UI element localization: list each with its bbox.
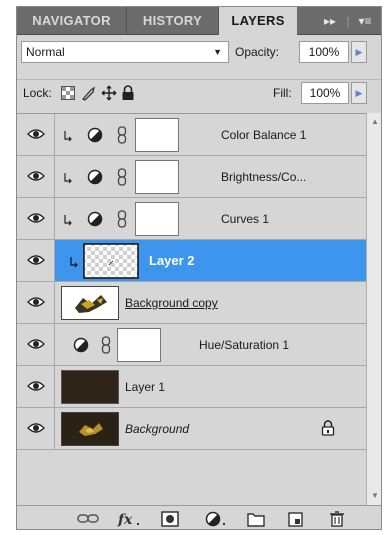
- link-layers-icon[interactable]: [77, 511, 99, 527]
- blend-mode-select[interactable]: Normal ▼: [21, 41, 229, 63]
- add-mask-icon[interactable]: [161, 511, 181, 527]
- clipping-arrow-icon: [64, 215, 72, 226]
- new-layer-icon[interactable]: [287, 511, 305, 527]
- lock-position-icon[interactable]: [101, 85, 117, 101]
- tab-history[interactable]: HISTORY: [127, 7, 219, 35]
- visibility-toggle[interactable]: [17, 156, 55, 197]
- layer-thumbnail[interactable]: [61, 286, 119, 320]
- scroll-down-icon[interactable]: ▼: [367, 489, 381, 503]
- lock-label: Lock:: [23, 86, 52, 100]
- contrast-icon: [87, 127, 103, 143]
- layer-thumbnail[interactable]: [61, 412, 119, 446]
- lock-image-pixels-icon[interactable]: [81, 85, 97, 101]
- svg-text:fx: fx: [117, 512, 133, 527]
- collapse-panel-button[interactable]: ▸▸: [317, 7, 343, 35]
- lock-transparent-pixels-icon[interactable]: [61, 86, 75, 100]
- layer-name: Layer 1: [125, 380, 166, 394]
- layer-mask-thumbnail[interactable]: [135, 160, 179, 194]
- chain-link-icon[interactable]: [117, 168, 127, 186]
- layers-list: Color Balance 1 Brightness/Co... Curves …: [17, 113, 366, 505]
- eye-icon: [27, 213, 45, 223]
- layer-mask-thumbnail[interactable]: [135, 118, 179, 152]
- panel-tab-bar: NAVIGATOR HISTORY LAYERS ▸▸ | ▾≡: [17, 7, 381, 36]
- visibility-toggle[interactable]: [17, 366, 55, 407]
- visibility-toggle[interactable]: [17, 240, 55, 281]
- visibility-toggle[interactable]: [17, 408, 55, 449]
- contrast-icon: [87, 169, 103, 185]
- layer-row[interactable]: Background: [17, 408, 366, 450]
- scroll-up-icon[interactable]: ▲: [367, 115, 381, 129]
- layer-row[interactable]: Hue/Saturation 1: [17, 324, 366, 366]
- layer-thumbnail[interactable]: [83, 243, 139, 279]
- opacity-label: Opacity:: [235, 45, 280, 59]
- layer-name: Brightness/Co...: [221, 170, 307, 184]
- layer-name: Color Balance 1: [221, 128, 307, 142]
- lock-all-icon[interactable]: [121, 85, 135, 101]
- tab-navigator[interactable]: NAVIGATOR: [17, 7, 127, 35]
- layers-panel: NAVIGATOR HISTORY LAYERS ▸▸ | ▾≡ Normal …: [16, 6, 382, 530]
- visibility-toggle[interactable]: [17, 282, 55, 323]
- eye-icon: [27, 297, 45, 307]
- panel-menu-button[interactable]: ▾≡: [353, 7, 377, 35]
- opacity-input[interactable]: 100%: [299, 41, 349, 63]
- blend-mode-value: Normal: [26, 45, 65, 59]
- layer-mask-thumbnail[interactable]: [117, 328, 161, 362]
- fill-label: Fill:: [273, 86, 292, 100]
- trash-icon[interactable]: [329, 511, 345, 527]
- eye-icon: [27, 171, 45, 181]
- new-group-icon[interactable]: [247, 511, 265, 527]
- layer-thumbnail[interactable]: [61, 370, 119, 404]
- lock-fill-row: Lock: Fill: 100% ▶: [17, 79, 381, 105]
- chevron-down-icon: ▼: [213, 47, 222, 57]
- chain-link-icon[interactable]: [117, 210, 127, 228]
- visibility-toggle[interactable]: [17, 324, 55, 365]
- visibility-toggle[interactable]: [17, 114, 55, 155]
- fx-icon[interactable]: fx: [117, 511, 143, 527]
- contrast-icon: [73, 337, 89, 353]
- layer-name: Curves 1: [221, 212, 270, 226]
- eye-icon: [27, 339, 45, 349]
- layer-row[interactable]: Background copy: [17, 282, 366, 324]
- eye-icon: [27, 381, 45, 391]
- blend-options-row: Normal ▼ Opacity: 100% ▶: [17, 39, 381, 65]
- new-adjustment-icon[interactable]: [205, 511, 229, 527]
- layer-mask-thumbnail[interactable]: [135, 202, 179, 236]
- fill-slider-button[interactable]: ▶: [351, 82, 367, 104]
- layer-name: Background: [125, 422, 190, 436]
- layer-row[interactable]: Curves 1: [17, 198, 366, 240]
- opacity-slider-button[interactable]: ▶: [351, 41, 367, 63]
- tab-layers[interactable]: LAYERS: [219, 7, 297, 36]
- eye-icon: [27, 129, 45, 139]
- layers-scrollbar[interactable]: ▲ ▼: [366, 113, 381, 505]
- clipping-arrow-icon: [70, 257, 78, 268]
- layer-name: Hue/Saturation 1: [199, 338, 290, 352]
- layer-name: Layer 2: [149, 253, 195, 268]
- clipping-arrow-icon: [64, 131, 72, 142]
- layer-row-selected[interactable]: Layer 2: [17, 240, 366, 282]
- contrast-icon: [87, 211, 103, 227]
- fill-input[interactable]: 100%: [301, 82, 349, 104]
- layer-name: Background copy: [125, 296, 218, 310]
- tab-separator: |: [346, 14, 350, 28]
- layer-row[interactable]: Brightness/Co...: [17, 156, 366, 198]
- layer-row[interactable]: Layer 1: [17, 366, 366, 408]
- eye-icon: [27, 255, 45, 265]
- layers-footer-toolbar: fx: [17, 505, 381, 529]
- chain-link-icon[interactable]: [117, 126, 127, 144]
- clipping-arrow-icon: [64, 173, 72, 184]
- chain-link-icon[interactable]: [101, 336, 111, 354]
- eye-icon: [27, 423, 45, 433]
- layer-row[interactable]: Color Balance 1: [17, 114, 366, 156]
- lock-icon: [321, 420, 335, 436]
- visibility-toggle[interactable]: [17, 198, 55, 239]
